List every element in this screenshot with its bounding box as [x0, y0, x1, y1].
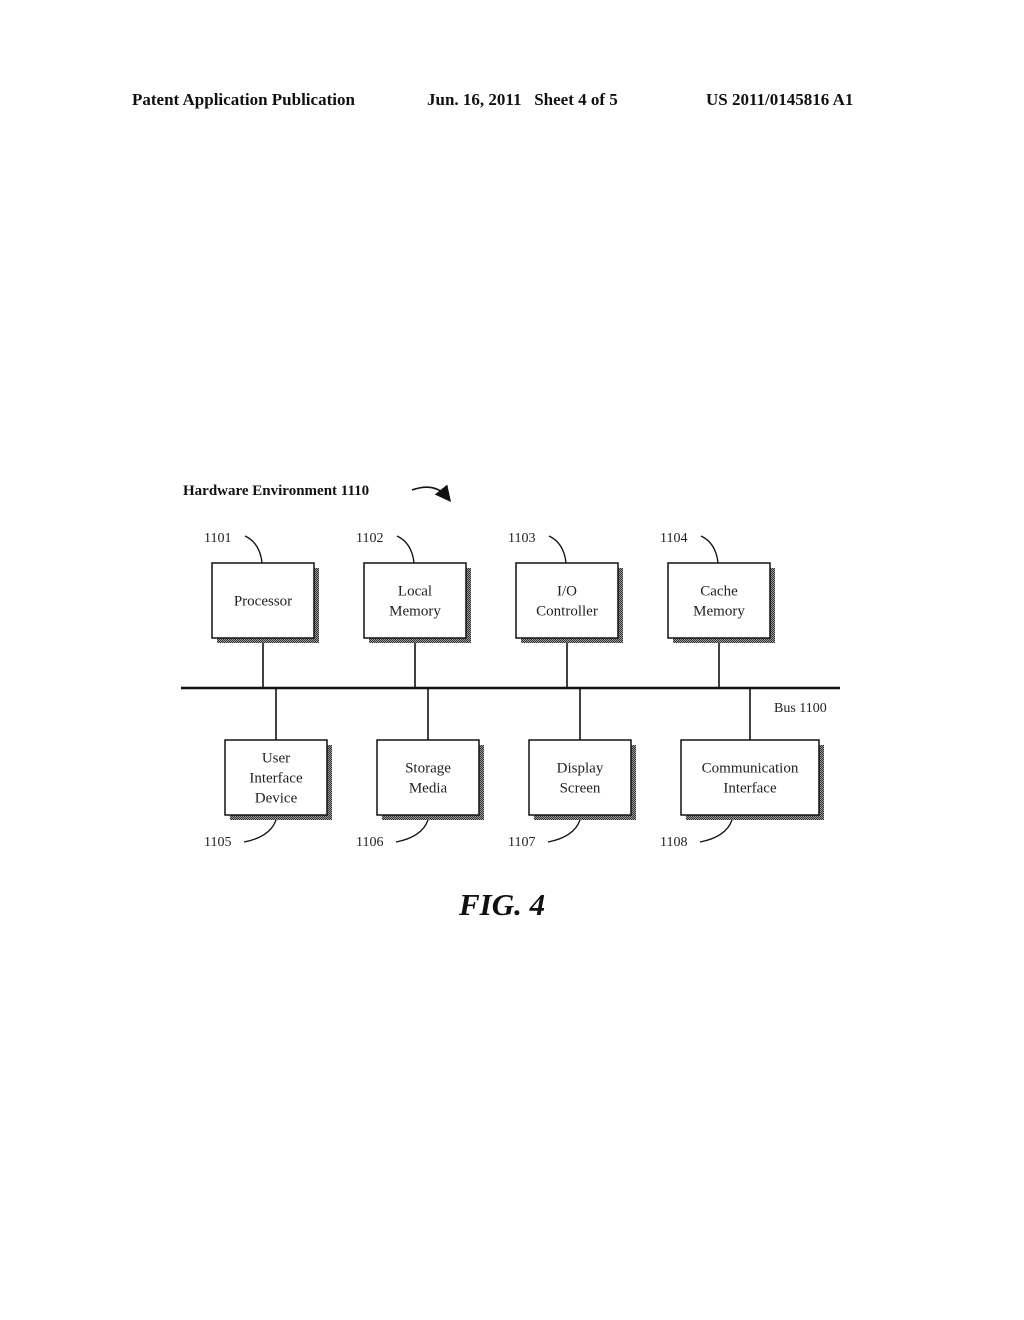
component-1104: Cache Memory 1104 — [660, 531, 775, 688]
component-label: Screen — [560, 781, 601, 797]
reference-number: 1108 — [660, 835, 687, 850]
component-box — [667, 562, 771, 639]
component-label: Local — [398, 584, 432, 600]
component-label: Interface — [723, 781, 777, 797]
component-1105: User Interface Device 1105 — [204, 688, 332, 850]
reference-number: 1104 — [660, 531, 687, 546]
component-label: Storage — [405, 761, 451, 777]
component-label: Device — [255, 791, 298, 807]
bus-label: Bus 1100 — [774, 701, 827, 716]
title-arrow-icon — [411, 484, 452, 502]
component-label: Memory — [693, 604, 745, 620]
leader-line — [243, 819, 277, 843]
leader-line — [700, 535, 719, 564]
component-label: Communication — [702, 761, 799, 777]
component-box — [363, 562, 467, 639]
component-1107: Display Screen 1107 — [508, 688, 636, 850]
reference-number: 1107 — [508, 835, 535, 850]
diagram-title: Hardware Environment 1110 — [183, 483, 369, 499]
component-label: Controller — [536, 604, 598, 620]
component-label: User — [262, 751, 290, 767]
reference-number: 1106 — [356, 835, 383, 850]
reference-number: 1105 — [204, 835, 231, 850]
component-label: Media — [409, 781, 448, 797]
component-label: Interface — [249, 771, 303, 787]
leader-line — [395, 819, 429, 843]
component-box — [680, 739, 820, 816]
component-label: Cache — [700, 584, 738, 600]
component-label: Processor — [234, 594, 292, 610]
leader-line — [547, 819, 581, 843]
reference-number: 1102 — [356, 531, 383, 546]
figure-label: FIG. 4 — [458, 887, 545, 922]
component-1101: Processor 1101 — [204, 531, 319, 688]
component-label: Memory — [389, 604, 441, 620]
component-1102: Local Memory 1102 — [356, 531, 471, 688]
reference-number: 1101 — [204, 531, 231, 546]
component-1103: I/O Controller 1103 — [508, 531, 623, 688]
leader-line — [548, 535, 567, 564]
component-label: I/O — [557, 584, 577, 600]
component-1106: Storage Media 1106 — [356, 688, 484, 850]
reference-number: 1103 — [508, 531, 535, 546]
leader-line — [244, 535, 263, 564]
component-box — [528, 739, 632, 816]
component-box — [515, 562, 619, 639]
component-label: Display — [557, 761, 604, 777]
hardware-diagram: Hardware Environment 1110 Bus 1100 Proce… — [181, 483, 840, 922]
leader-line — [396, 535, 415, 564]
component-box — [376, 739, 480, 816]
leader-line — [699, 819, 733, 843]
